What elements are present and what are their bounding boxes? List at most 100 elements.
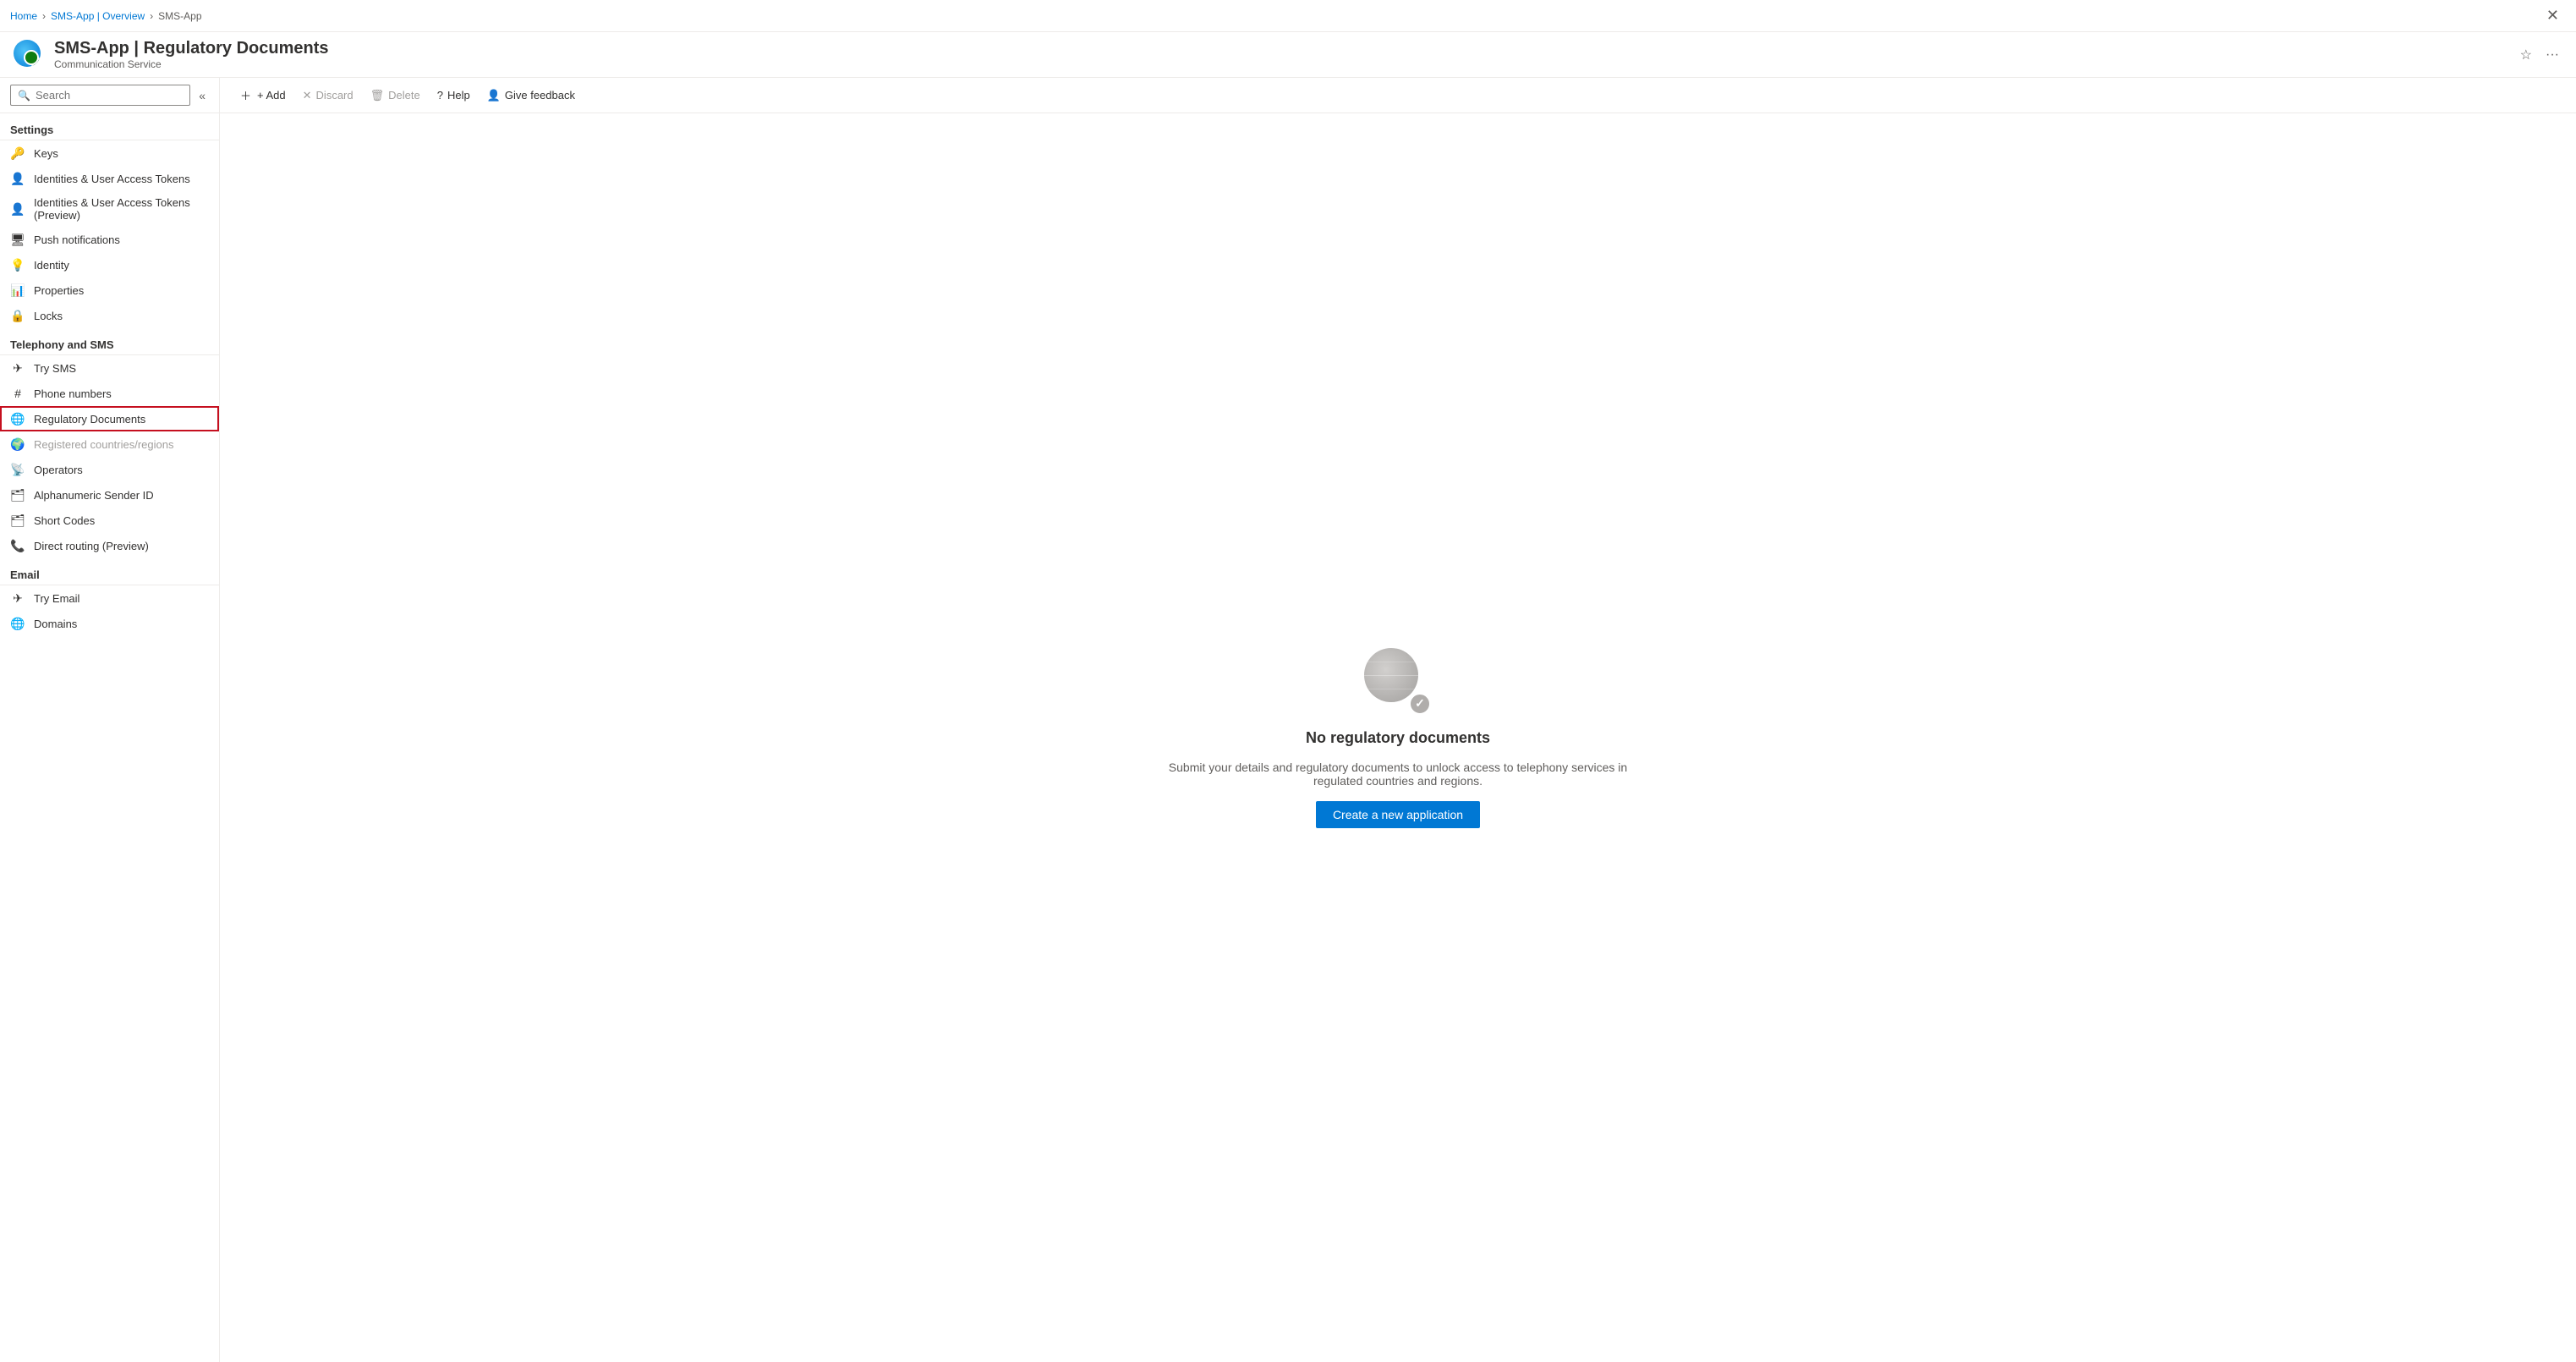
check-circle-icon: ✓: [1408, 692, 1432, 716]
sidebar-item-push-notifications[interactable]: 🖥 Push notifications: [0, 227, 219, 252]
breadcrumb-sep-2: ›: [150, 10, 153, 22]
try-sms-icon: ✈: [10, 360, 25, 376]
help-label: Help: [447, 89, 470, 102]
alphanumeric-sender-icon: 🗂: [10, 487, 25, 503]
add-icon: ＋: [240, 87, 251, 103]
breadcrumb-current: SMS-App: [158, 10, 201, 22]
add-label: + Add: [257, 89, 286, 102]
key-icon: 🔑: [10, 146, 25, 161]
sidebar-item-try-email-label: Try Email: [34, 592, 79, 605]
sidebar-search-row: 🔍 «: [0, 78, 219, 113]
breadcrumb-home[interactable]: Home: [10, 10, 37, 22]
properties-icon: 📊: [10, 283, 25, 298]
discard-icon: ✕: [303, 89, 312, 102]
sidebar-item-alphanumeric-sender[interactable]: 🗂 Alphanumeric Sender ID: [0, 482, 219, 508]
sidebar: 🔍 « Settings 🔑 Keys 👤 Identities & User …: [0, 78, 220, 1362]
delete-icon: 🗑: [370, 89, 385, 102]
top-bar: Home › SMS-App | Overview › SMS-App ✕: [0, 0, 2576, 32]
favorite-button[interactable]: ☆: [2517, 43, 2535, 67]
help-button[interactable]: ? Help: [430, 85, 477, 106]
more-button[interactable]: ···: [2542, 44, 2562, 66]
sidebar-item-identities-preview[interactable]: 👤 Identities & User Access Tokens (Previ…: [0, 191, 219, 227]
feedback-label: Give feedback: [505, 89, 575, 102]
feedback-button[interactable]: 👤 Give feedback: [480, 85, 582, 107]
sidebar-item-properties-label: Properties: [34, 284, 84, 297]
sidebar-item-identities[interactable]: 👤 Identities & User Access Tokens: [0, 166, 219, 191]
feedback-icon: 👤: [487, 89, 501, 102]
empty-state-icon: ✓: [1364, 648, 1432, 716]
check-badge: [30, 56, 41, 67]
breadcrumb-overview[interactable]: SMS-App | Overview: [51, 10, 145, 22]
domains-icon: 🌐: [10, 616, 25, 631]
direct-routing-icon: 📞: [10, 538, 25, 553]
delete-label: Delete: [388, 89, 420, 102]
sidebar-item-regulatory-documents-label: Regulatory Documents: [34, 413, 145, 426]
search-input[interactable]: [36, 89, 183, 102]
sidebar-item-keys-label: Keys: [34, 147, 58, 160]
section-email-label: Email: [0, 558, 219, 585]
discard-label: Discard: [316, 89, 354, 102]
operators-icon: 📡: [10, 462, 25, 477]
sidebar-item-try-sms[interactable]: ✈ Try SMS: [0, 355, 219, 381]
sidebar-item-direct-routing-label: Direct routing (Preview): [34, 540, 149, 552]
sidebar-item-regulatory-documents[interactable]: 🌐 Regulatory Documents: [0, 406, 219, 431]
main-layout: 🔍 « Settings 🔑 Keys 👤 Identities & User …: [0, 78, 2576, 1362]
globe-gray-icon: [1364, 648, 1418, 702]
add-button[interactable]: ＋ + Add: [233, 83, 293, 107]
push-notifications-icon: 🖥: [10, 232, 25, 247]
resource-header: SMS-App | Regulatory Documents Communica…: [0, 32, 2576, 78]
sidebar-item-phone-numbers[interactable]: # Phone numbers: [0, 381, 219, 406]
sidebar-item-identities-label: Identities & User Access Tokens: [34, 173, 190, 185]
sidebar-item-try-sms-label: Try SMS: [34, 362, 76, 375]
content-area: ＋ + Add ✕ Discard 🗑 Delete ? Help 👤 Give…: [220, 78, 2576, 1362]
sidebar-item-short-codes-label: Short Codes: [34, 514, 95, 527]
sidebar-item-domains-label: Domains: [34, 618, 77, 630]
sidebar-item-operators-label: Operators: [34, 464, 83, 476]
create-application-button[interactable]: Create a new application: [1316, 801, 1480, 828]
empty-description: Submit your details and regulatory docum…: [1144, 761, 1652, 788]
locks-icon: 🔒: [10, 308, 25, 323]
regulatory-docs-icon: 🌐: [10, 411, 25, 426]
sidebar-item-push-notifications-label: Push notifications: [34, 233, 120, 246]
sidebar-item-operators[interactable]: 📡 Operators: [0, 457, 219, 482]
sidebar-item-direct-routing[interactable]: 📞 Direct routing (Preview): [0, 533, 219, 558]
registered-countries-icon: 🌍: [10, 437, 25, 452]
resource-icon: [14, 40, 44, 70]
sidebar-item-identities-preview-label: Identities & User Access Tokens (Preview…: [34, 196, 209, 222]
sidebar-item-locks[interactable]: 🔒 Locks: [0, 303, 219, 328]
empty-title: No regulatory documents: [1306, 729, 1490, 747]
sidebar-item-locks-label: Locks: [34, 310, 63, 322]
discard-button[interactable]: ✕ Discard: [296, 85, 360, 107]
content-body: ✓ No regulatory documents Submit your de…: [220, 113, 2576, 1362]
sidebar-search-box: 🔍: [10, 85, 190, 106]
sidebar-item-alphanumeric-sender-label: Alphanumeric Sender ID: [34, 489, 154, 502]
resource-title-block: SMS-App | Regulatory Documents Communica…: [54, 39, 2507, 70]
sidebar-item-identity[interactable]: 💡 Identity: [0, 252, 219, 277]
header-actions: ☆ ···: [2517, 43, 2562, 67]
try-email-icon: ✈: [10, 590, 25, 606]
sidebar-item-registered-countries: 🌍 Registered countries/regions: [0, 431, 219, 457]
identities-icon: 👤: [10, 171, 25, 186]
section-telephony-label: Telephony and SMS: [0, 328, 219, 355]
sidebar-item-phone-numbers-label: Phone numbers: [34, 387, 112, 400]
sidebar-item-properties[interactable]: 📊 Properties: [0, 277, 219, 303]
sidebar-item-identity-label: Identity: [34, 259, 69, 272]
globe-icon: [14, 40, 41, 67]
collapse-sidebar-button[interactable]: «: [195, 85, 209, 106]
resource-subtitle: Communication Service: [54, 58, 2507, 70]
sidebar-item-short-codes[interactable]: 🗂 Short Codes: [0, 508, 219, 533]
short-codes-icon: 🗂: [10, 513, 25, 528]
close-button[interactable]: ✕: [2540, 3, 2566, 28]
sidebar-item-keys[interactable]: 🔑 Keys: [0, 140, 219, 166]
breadcrumb: Home › SMS-App | Overview › SMS-App: [10, 10, 202, 22]
search-icon: 🔍: [18, 90, 30, 102]
toolbar: ＋ + Add ✕ Discard 🗑 Delete ? Help 👤 Give…: [220, 78, 2576, 113]
sidebar-item-domains[interactable]: 🌐 Domains: [0, 611, 219, 636]
delete-button[interactable]: 🗑 Delete: [364, 85, 427, 107]
identity-icon: 💡: [10, 257, 25, 272]
phone-numbers-icon: #: [10, 386, 25, 401]
sidebar-item-try-email[interactable]: ✈ Try Email: [0, 585, 219, 611]
breadcrumb-sep-1: ›: [42, 10, 46, 22]
section-settings-label: Settings: [0, 113, 219, 140]
help-icon: ?: [437, 89, 443, 102]
